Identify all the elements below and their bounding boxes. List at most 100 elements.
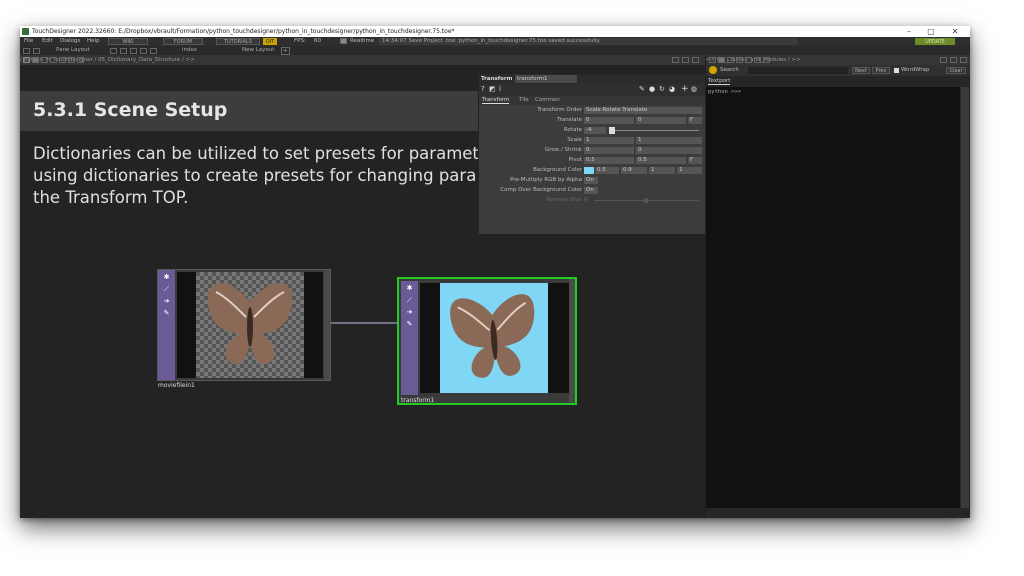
pivot-y-field[interactable]: 0.5 — [636, 157, 686, 164]
back-icon[interactable] — [41, 57, 48, 63]
settings-icon[interactable]: ◍ — [691, 85, 697, 93]
forum-button[interactable]: FORUM — [163, 38, 203, 45]
node-right-handle[interactable] — [324, 270, 330, 380]
tab-textport[interactable]: Textport — [708, 78, 731, 85]
up-icon[interactable] — [763, 57, 770, 63]
python-icon[interactable]: ◩ — [489, 85, 496, 93]
pencil-icon[interactable]: ✎ — [405, 320, 414, 329]
pane-icon[interactable] — [33, 48, 40, 54]
layout-1-icon[interactable] — [110, 48, 117, 54]
grow-y-field[interactable]: 0 — [636, 147, 702, 154]
bg-g-field[interactable]: 0.9 — [621, 167, 647, 174]
rotate-slider-handle[interactable] — [609, 127, 615, 134]
pane-option-2-icon[interactable] — [682, 57, 689, 63]
gear-icon[interactable]: ✱ — [162, 273, 171, 282]
menu-icon[interactable] — [709, 57, 716, 63]
new-layout-label[interactable]: New Layout — [242, 46, 274, 55]
layout-4-icon[interactable] — [140, 48, 147, 54]
info-icon[interactable]: i — [499, 85, 501, 93]
pin-icon[interactable]: ⟋ — [162, 285, 171, 294]
moviefilein1-node[interactable]: ✱ ⟋ ➔ ✎ moviefilein1 — [157, 269, 331, 389]
clear-button[interactable]: Clear — [946, 67, 966, 74]
grow-x-field[interactable]: 0 — [584, 147, 634, 154]
transform-order-menu[interactable]: Scale Rotate Translate — [584, 107, 702, 114]
pane-layout-label[interactable]: Pane Layout — [56, 46, 90, 55]
back-icon[interactable] — [727, 57, 734, 63]
pane-option-3-icon[interactable] — [692, 57, 699, 63]
next-button[interactable]: Next — [852, 67, 870, 74]
minimize-button[interactable]: – — [900, 26, 918, 37]
home-icon[interactable] — [718, 57, 725, 63]
arrow-icon[interactable]: ➔ — [405, 308, 414, 317]
pane-option-1-icon[interactable] — [672, 57, 679, 63]
gear-icon[interactable]: ✱ — [405, 284, 414, 293]
maximize-button[interactable]: ▢ — [922, 26, 940, 37]
globe-icon[interactable]: ◕ — [669, 85, 675, 93]
remove-bias-field[interactable]: 0 — [584, 196, 588, 205]
comp-over-toggle[interactable]: On — [584, 187, 598, 194]
refresh-icon[interactable]: ↻ — [659, 85, 665, 93]
help-icon[interactable]: ? — [481, 85, 485, 93]
op-name-field[interactable]: transform1 — [515, 75, 577, 83]
comment-icon[interactable]: ● — [649, 85, 655, 93]
pin-icon[interactable]: ⟋ — [405, 296, 414, 305]
bg-r-field[interactable]: 0.5 — [595, 167, 619, 174]
pane-option-3-icon[interactable] — [960, 57, 967, 63]
home-icon[interactable] — [32, 57, 39, 63]
rotate-slider[interactable] — [609, 130, 699, 131]
grid-icon[interactable] — [23, 48, 30, 54]
tab-tile[interactable]: Tile — [519, 97, 529, 103]
scale-x-field[interactable]: 1 — [584, 137, 634, 144]
layout-3-icon[interactable] — [130, 48, 137, 54]
star-icon[interactable] — [754, 57, 761, 63]
update-button[interactable]: UPDATE — [915, 38, 955, 45]
tab-transform[interactable]: Transform — [482, 97, 510, 104]
edit-icon[interactable]: ✎ — [639, 85, 645, 93]
star-icon[interactable] — [68, 57, 75, 63]
transform1-label[interactable]: transform1 — [401, 397, 434, 404]
bg-b-field[interactable]: 1 — [649, 167, 675, 174]
perform-badge[interactable]: OIT — [263, 38, 277, 45]
plus-icon[interactable] — [59, 57, 66, 63]
forward-icon[interactable] — [50, 57, 57, 63]
rotate-field[interactable]: -4 — [584, 127, 606, 134]
remove-bias-slider-handle[interactable] — [644, 198, 648, 203]
pencil-icon[interactable]: ✎ — [162, 309, 171, 318]
layout-2-icon[interactable] — [120, 48, 127, 54]
up-icon[interactable] — [77, 57, 84, 63]
translate-y-field[interactable]: 0 — [636, 117, 686, 124]
premultiply-toggle[interactable]: On — [584, 177, 598, 184]
tutorials-button[interactable]: TUTORIALS — [216, 38, 260, 45]
parameter-window[interactable]: Transform transform1 ? ◩ i ✎ ● ↻ ◕ + ◍ T… — [478, 73, 706, 235]
add-icon[interactable]: + — [681, 84, 689, 94]
moviefilein1-label[interactable]: moviefilein1 — [158, 382, 195, 389]
bg-a-field[interactable]: 1 — [677, 167, 702, 174]
pivot-x-field[interactable]: 0.5 — [584, 157, 634, 164]
prev-button[interactable]: Prev — [872, 67, 890, 74]
tab-common[interactable]: Common — [535, 97, 560, 103]
translate-x-field[interactable]: 0 — [584, 117, 634, 124]
arrow-icon[interactable]: ➔ — [162, 297, 171, 306]
node-right-handle[interactable] — [569, 279, 575, 403]
scale-y-field[interactable]: 1 — [636, 137, 702, 144]
transform1-node[interactable]: ✱ ⟋ ➔ ✎ transform1 — [397, 277, 577, 405]
search-input[interactable] — [748, 67, 848, 74]
wordwrap-checkbox[interactable] — [894, 68, 899, 73]
forward-icon[interactable] — [736, 57, 743, 63]
menu-dialogs[interactable]: Dialogs — [60, 37, 80, 46]
menu-icon[interactable] — [23, 57, 30, 63]
add-layout-button[interactable]: + — [281, 47, 290, 55]
layout-5-icon[interactable] — [150, 48, 157, 54]
menu-edit[interactable]: Edit — [42, 37, 53, 46]
plus-icon[interactable] — [745, 57, 752, 63]
pivot-unit-menu[interactable]: F — [688, 157, 702, 164]
menu-file[interactable]: File — [24, 37, 33, 46]
translate-unit-menu[interactable]: F — [688, 117, 702, 124]
background-color-swatch[interactable] — [584, 167, 594, 174]
wiki-button[interactable]: WIKI — [108, 38, 148, 45]
menu-help[interactable]: Help — [87, 37, 100, 46]
textport-scrollbar[interactable] — [961, 87, 969, 508]
index-label[interactable]: index — [182, 46, 197, 55]
textport-console[interactable]: python >>> — [706, 87, 960, 508]
pane-option-2-icon[interactable] — [950, 57, 957, 63]
